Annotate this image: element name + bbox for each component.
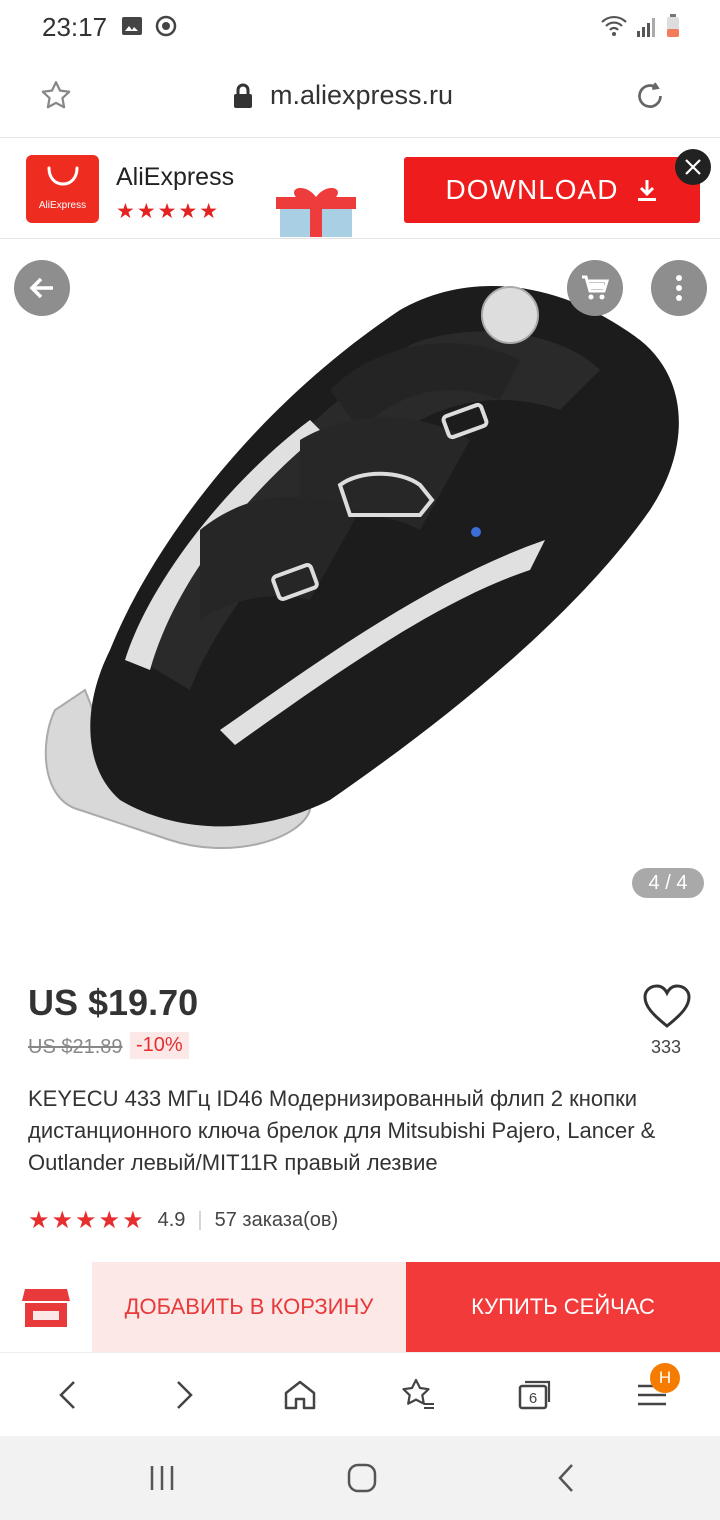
back-chevron-icon xyxy=(558,1464,573,1492)
lock-icon xyxy=(234,83,252,108)
status-notification-icons xyxy=(120,14,178,38)
cart-button[interactable] xyxy=(567,260,623,316)
add-to-cart-button[interactable]: ДОБАВИТЬ В КОРЗИНУ xyxy=(92,1262,406,1352)
shopping-bag-icon xyxy=(47,166,79,186)
chevron-right-icon xyxy=(177,1381,193,1409)
browser-bookmarks-button[interactable] xyxy=(398,1375,438,1415)
purchase-action-bar: ДОБАВИТЬ В КОРЗИНУ КУПИТЬ СЕЙЧАС xyxy=(0,1262,720,1352)
store-icon xyxy=(22,1289,70,1327)
home-icon xyxy=(284,1380,316,1410)
status-time: 23:17 xyxy=(42,12,108,42)
image-counter: 4 / 4 xyxy=(632,868,704,898)
url-field[interactable]: m.aliexpress.ru xyxy=(232,80,453,111)
tabs-icon: 6 xyxy=(518,1380,551,1410)
store-button[interactable] xyxy=(0,1262,92,1352)
download-arrow-icon xyxy=(638,180,657,201)
buy-now-button[interactable]: КУПИТЬ СЕЙЧАС xyxy=(406,1262,720,1352)
logo-text: AliExpress xyxy=(38,200,87,211)
browser-tabs-button[interactable]: 6 xyxy=(514,1375,554,1415)
cart-icon xyxy=(582,275,610,300)
battery-icon xyxy=(667,14,679,37)
app-name: AliExpress xyxy=(116,163,235,191)
orders-count: 57 заказа(ов) xyxy=(214,1209,339,1231)
rating-stars: ★★★★★ xyxy=(28,1207,146,1234)
close-banner-button[interactable] xyxy=(675,149,711,185)
menu-notification-badge: H xyxy=(650,1363,680,1393)
product-title: KEYECU 433 МГц ID46 Модернизированный фл… xyxy=(28,1086,656,1175)
more-vertical-icon xyxy=(676,275,682,301)
chevron-left-icon xyxy=(59,1381,75,1409)
home-square-icon xyxy=(347,1463,377,1493)
wishlist-count: 333 xyxy=(650,1037,682,1057)
signal-icon xyxy=(637,18,655,37)
browser-home-button[interactable] xyxy=(280,1375,320,1415)
sync-icon xyxy=(155,15,177,37)
recent-apps-icon xyxy=(150,1466,174,1490)
gallery-icon xyxy=(122,17,142,35)
product-price: US $19.70 xyxy=(28,982,199,1023)
download-app-button[interactable]: DOWNLOAD xyxy=(404,157,700,223)
browser-back-button[interactable] xyxy=(48,1375,88,1415)
rating-separator: | xyxy=(197,1209,203,1231)
browser-url-bar: m.aliexpress.ru xyxy=(0,56,720,138)
back-button[interactable] xyxy=(14,260,70,316)
more-options-button[interactable] xyxy=(651,260,707,316)
status-bar: 23:17 xyxy=(0,0,720,56)
tabs-count: 6 xyxy=(529,1390,537,1407)
discount-badge: -10% xyxy=(130,1032,189,1059)
url-text: m.aliexpress.ru xyxy=(270,80,454,110)
recent-apps-button[interactable] xyxy=(142,1460,182,1496)
download-label: DOWNLOAD xyxy=(445,174,619,205)
gift-icon xyxy=(276,187,356,237)
bookmark-star-icon[interactable] xyxy=(38,78,74,114)
system-home-button[interactable] xyxy=(342,1460,382,1496)
wishlist-button[interactable] xyxy=(642,984,692,1035)
browser-forward-button[interactable] xyxy=(164,1375,204,1415)
heart-icon xyxy=(643,984,691,1028)
reload-icon[interactable] xyxy=(632,78,668,114)
status-system-icons xyxy=(600,14,680,38)
browser-nav-bar: 6 H xyxy=(0,1352,720,1436)
system-back-button[interactable] xyxy=(546,1460,586,1496)
bookmarks-star-icon xyxy=(402,1378,434,1409)
arrow-left-icon xyxy=(29,277,53,299)
aliexpress-logo: AliExpress xyxy=(26,155,99,223)
rating-value: 4.9 xyxy=(157,1209,186,1231)
system-nav-bar xyxy=(0,1436,720,1520)
app-download-banner: AliExpress AliExpress ★★★★★ DOWNLOAD xyxy=(0,139,720,239)
app-rating-stars: ★★★★★ xyxy=(116,200,221,223)
product-old-price: US $21.89 xyxy=(28,1036,123,1058)
close-icon xyxy=(685,159,701,175)
car-key-image xyxy=(44,286,679,849)
rating-row[interactable]: ★★★★★ 4.9 | 57 заказа(ов) xyxy=(28,1206,338,1235)
product-image-gallery[interactable]: 4 / 4 xyxy=(0,240,720,955)
wifi-icon xyxy=(601,15,627,36)
